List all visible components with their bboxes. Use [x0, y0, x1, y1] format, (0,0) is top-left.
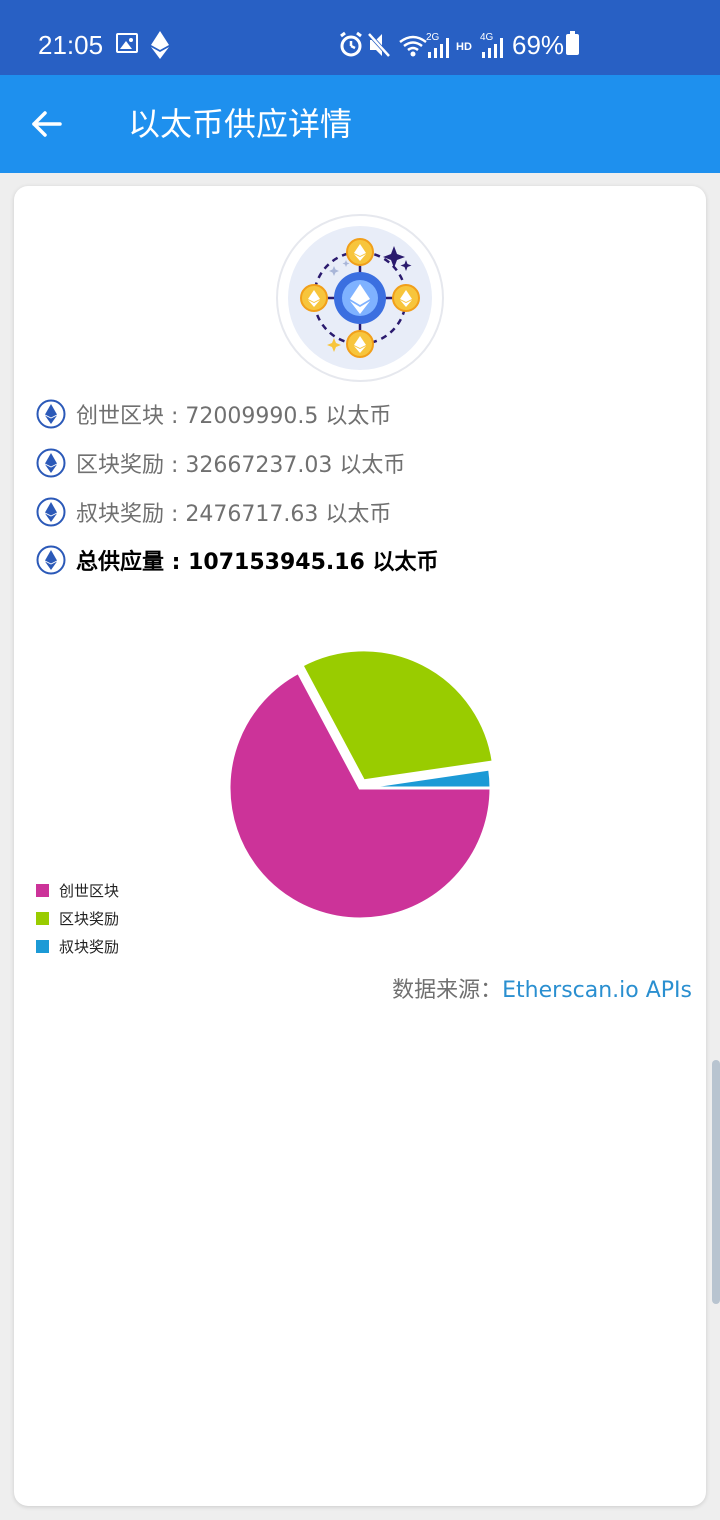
legend-swatch	[36, 911, 49, 925]
legend-item: 叔块奖励	[36, 932, 119, 960]
total-supply: 总供应量 : 107153945.16 以太币	[76, 550, 439, 575]
legend-label: 叔块奖励	[59, 937, 120, 956]
data-source: 数据来源：Etherscan.io APIs	[392, 972, 692, 1004]
ethereum-icon	[36, 399, 66, 429]
legend-swatch	[36, 939, 49, 953]
wifi-icon	[399, 35, 427, 57]
block-reward-supply: 区块奖励 : 32667237.03 以太币	[76, 453, 406, 478]
scrollbar[interactable]	[712, 1060, 720, 1304]
supply-card: 创世区块 : 72009990.5 以太币 区块奖励 : 32667237.03…	[14, 186, 706, 1506]
battery-icon	[566, 31, 579, 55]
2g-signal-icon: 2G	[426, 32, 449, 58]
svg-text:2G: 2G	[426, 32, 440, 43]
hd-icon: HD	[456, 41, 472, 53]
data-source-label: 数据来源：	[392, 978, 503, 1003]
svg-text:4G: 4G	[480, 32, 494, 43]
arrow-left-icon[interactable]	[26, 103, 68, 145]
alarm-icon	[340, 31, 362, 57]
4g-signal-icon: 4G	[480, 32, 503, 58]
page-title: 以太币供应详情	[128, 105, 353, 143]
uncle-reward-supply: 叔块奖励 : 2476717.63 以太币	[76, 502, 392, 527]
legend-item: 创世区块	[36, 876, 119, 904]
genesis-supply: 创世区块 : 72009990.5 以太币	[76, 404, 392, 429]
ethereum-icon	[36, 545, 66, 575]
genesis-row: 创世区块 : 72009990.5 以太币	[36, 396, 391, 432]
total-supply-row: 总供应量 : 107153945.16 以太币	[36, 542, 439, 578]
ethereum-icon	[36, 497, 66, 527]
image-icon	[116, 33, 138, 53]
coin-left	[300, 284, 328, 312]
status-bar: 21:05 2G HD 4G 69%	[0, 0, 720, 75]
ethereum-icon	[36, 448, 66, 478]
etherscan-link[interactable]: Etherscan.io APIs	[502, 978, 692, 1003]
mute-icon	[368, 32, 390, 58]
coin-bottom	[346, 330, 374, 358]
uncle-reward-row: 叔块奖励 : 2476717.63 以太币	[36, 494, 391, 530]
battery-percent: 69%	[512, 30, 565, 60]
ethereum-network-icon	[276, 214, 444, 382]
coin-top	[346, 238, 374, 266]
legend-swatch	[36, 883, 49, 897]
block-reward-row: 区块奖励 : 32667237.03 以太币	[36, 445, 405, 481]
chart-legend: 创世区块 区块奖励 叔块奖励	[36, 876, 119, 960]
legend-label: 区块奖励	[59, 909, 120, 928]
app-bar: 以太币供应详情	[0, 75, 720, 173]
coin-right	[392, 284, 420, 312]
legend-item: 区块奖励	[36, 904, 119, 932]
status-time: 21:05	[38, 30, 104, 60]
ethereum-icon	[151, 31, 169, 59]
svg-text:HD: HD	[456, 41, 472, 53]
legend-label: 创世区块	[59, 881, 120, 900]
